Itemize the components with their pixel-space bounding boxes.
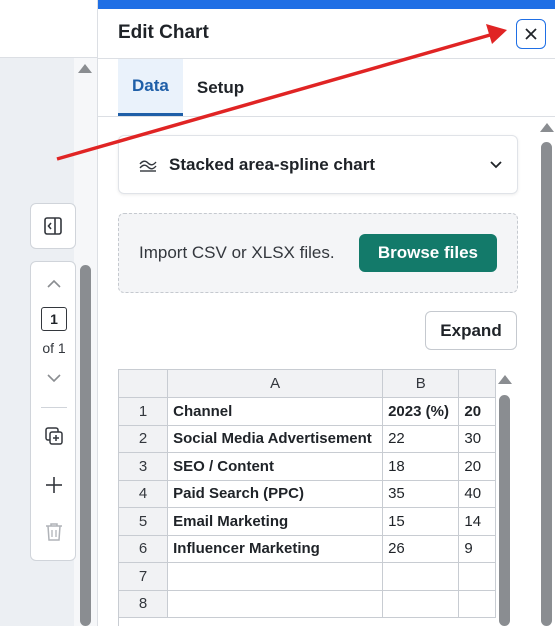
canvas-scrollbar-thumb[interactable] [80, 265, 91, 626]
area-chart-icon [139, 160, 157, 172]
table-row: 1 Channel 2023 (%) 20 [119, 397, 496, 426]
cell-c[interactable] [458, 562, 496, 591]
add-page-button[interactable] [31, 474, 77, 496]
trash-icon [46, 523, 62, 541]
cell-c[interactable]: 40 [458, 480, 496, 508]
row-number[interactable]: 1 [119, 397, 169, 426]
panel-accent-bar [98, 0, 555, 9]
corner-cell[interactable] [119, 370, 169, 398]
cell-c[interactable]: 20 [458, 452, 496, 481]
scroll-up-arrow-icon[interactable] [78, 64, 92, 73]
cell-a[interactable]: Email Marketing [167, 507, 384, 536]
duplicate-icon [45, 427, 63, 445]
table-row: 3 SEO / Content 18 20 [119, 452, 496, 481]
cell-a[interactable]: Influencer Marketing [167, 535, 384, 563]
row-number[interactable]: 6 [119, 535, 169, 563]
column-header-b[interactable]: B [382, 370, 460, 398]
app-header-area [0, 0, 97, 58]
cell-b[interactable]: 35 [382, 480, 460, 508]
tab-data[interactable]: Data [118, 59, 183, 116]
row-number[interactable]: 5 [119, 507, 169, 536]
chevron-down-icon [47, 374, 61, 383]
edit-chart-panel: Edit Chart Data Setup Stacked area-splin… [97, 0, 555, 626]
row-number[interactable]: 7 [119, 562, 169, 591]
divider [41, 407, 67, 408]
tab-bar: Data Setup [118, 59, 258, 116]
close-button[interactable] [516, 19, 546, 49]
page-navigator: 1 of 1 [30, 261, 76, 561]
cell-b[interactable]: 2023 (%) [382, 397, 460, 426]
sidebar-toggle-button[interactable] [30, 203, 76, 249]
table-row: 4 Paid Search (PPC) 35 40 [119, 480, 496, 508]
browse-files-button[interactable]: Browse files [358, 234, 497, 272]
table-row: 2 Social Media Advertisement 22 30 [119, 425, 496, 453]
sidebar-panel-icon [44, 217, 62, 235]
panel-title: Edit Chart [118, 22, 209, 43]
previous-page-button[interactable] [31, 274, 77, 294]
cell-b[interactable]: 22 [382, 425, 460, 453]
cell-c[interactable]: 30 [458, 425, 496, 453]
cell-a[interactable]: Channel [167, 397, 384, 426]
plus-icon [46, 477, 62, 493]
cell-a[interactable]: Social Media Advertisement [167, 425, 384, 453]
table-row: 8 [119, 590, 496, 618]
cell-b[interactable]: 18 [382, 452, 460, 481]
row-number[interactable]: 4 [119, 480, 169, 508]
close-icon [525, 28, 537, 40]
cell-b[interactable] [382, 590, 460, 618]
divider [98, 116, 555, 117]
cell-a[interactable]: SEO / Content [167, 452, 384, 481]
row-number[interactable]: 2 [119, 425, 169, 453]
cell-b[interactable]: 15 [382, 507, 460, 536]
file-import-dropzone[interactable]: Import CSV or XLSX files. Browse files [118, 213, 518, 293]
row-number[interactable]: 8 [119, 590, 169, 618]
table-row: 5 Email Marketing 15 14 [119, 507, 496, 536]
table-row: 7 [119, 562, 496, 591]
cell-b[interactable]: 26 [382, 535, 460, 563]
tab-setup[interactable]: Setup [183, 59, 258, 116]
sheet-scrollbar-thumb[interactable] [499, 395, 510, 626]
column-header-c[interactable] [458, 370, 496, 398]
cell-c[interactable]: 14 [458, 507, 496, 536]
expand-button[interactable]: Expand [425, 311, 517, 350]
duplicate-page-button[interactable] [31, 425, 77, 447]
row-number[interactable]: 3 [119, 452, 169, 481]
scroll-up-arrow-icon[interactable] [498, 375, 512, 384]
table-row: 6 Influencer Marketing 26 9 [119, 535, 496, 563]
cell-c[interactable]: 9 [458, 535, 496, 563]
import-instructions: Import CSV or XLSX files. [139, 243, 335, 262]
chevron-up-icon [47, 279, 61, 288]
cell-a[interactable] [167, 590, 384, 618]
data-spreadsheet[interactable]: A B 1 Channel 2023 (%) 20 2 Social Media Adve… [118, 369, 496, 626]
cell-b[interactable] [382, 562, 460, 591]
column-header-a[interactable]: A [167, 370, 384, 398]
chart-type-dropdown[interactable]: Stacked area-spline chart [118, 135, 518, 194]
chart-type-label: Stacked area-spline chart [169, 154, 375, 174]
delete-page-button[interactable] [31, 521, 77, 543]
cell-a[interactable]: Paid Search (PPC) [167, 480, 384, 508]
current-page-number[interactable]: 1 [41, 307, 67, 331]
chevron-down-icon [490, 161, 502, 169]
panel-scrollbar-thumb[interactable] [541, 142, 552, 626]
page-count-label: of 1 [42, 340, 66, 356]
cell-c[interactable] [458, 590, 496, 618]
cell-c[interactable]: 20 [458, 397, 496, 426]
scroll-up-arrow-icon[interactable] [540, 123, 554, 132]
cell-a[interactable] [167, 562, 384, 591]
next-page-button[interactable] [31, 368, 77, 388]
